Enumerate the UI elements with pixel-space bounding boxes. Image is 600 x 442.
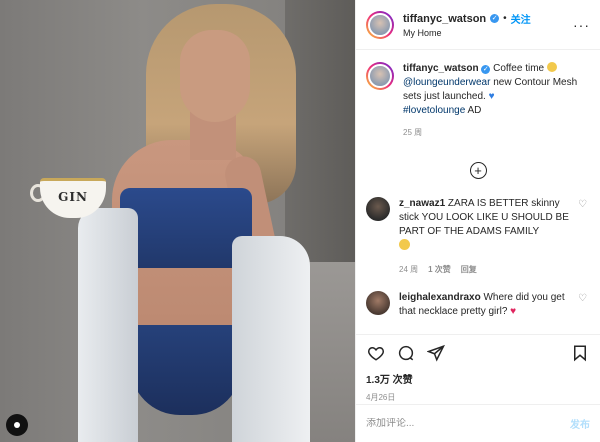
laugh-emoji-icon [399,239,410,250]
comment-time[interactable]: 24 周 [399,263,418,277]
comment: z_nawaz1 ZARA IS BETTER skinny stick YOU… [366,197,590,277]
comment-body: leighalexandraxo Where did you get that … [399,291,572,319]
caption: tiffanyc_watson ✓ Coffee time @loungeund… [366,62,590,140]
caption-username[interactable]: tiffanyc_watson [403,63,479,74]
photo-face [180,30,250,122]
caption-text: Coffee time [493,63,545,74]
bookmark-icon[interactable] [570,343,590,363]
avatar[interactable] [366,10,394,39]
blue-heart-icon: ♥ [488,91,495,102]
comment-likes[interactable]: 1 次赞 [428,263,451,277]
action-bar [366,343,590,363]
photo-shirt-right [232,236,310,442]
likes-count[interactable]: 1.3万 次赞 [366,371,590,386]
post-photo[interactable]: GIN [0,0,355,442]
comment-body: z_nawaz1 ZARA IS BETTER skinny stick YOU… [399,197,572,277]
comment-like-heart-icon[interactable]: ♡ [578,293,590,304]
caption-text-3: AD [467,105,482,116]
comment-meta: 24 周 1 次赞 回复 [399,263,572,277]
photo-shirt-left [78,208,138,442]
verified-badge-icon: ✓ [490,14,500,23]
post-header: tiffanyc_watson ✓ • 关注 My Home ··· [356,0,600,50]
comments-list: tiffanyc_watson ✓ Coffee time @loungeund… [356,50,600,334]
load-more-comments[interactable]: + [366,162,590,179]
comment-icon[interactable] [396,343,416,363]
separator-dot: • [503,13,507,24]
heart-icon[interactable] [366,343,386,363]
location-link[interactable]: My Home [403,28,567,38]
header-text: tiffanyc_watson ✓ • 关注 My Home [403,11,567,39]
comment-username[interactable]: z_nawaz1 [399,198,445,209]
caption-avatar[interactable] [366,62,394,90]
more-horizontal-icon[interactable]: ··· [573,17,590,33]
mention-link[interactable]: @loungeunderwear [403,77,490,88]
comment-avatar[interactable] [366,197,390,221]
header-username[interactable]: tiffanyc_watson [403,13,486,25]
share-icon[interactable] [426,343,446,363]
post-side-panel: tiffanyc_watson ✓ • 关注 My Home ··· tiffa… [355,0,600,442]
plus-circle-icon[interactable]: + [469,162,487,179]
red-heart-icon: ♥ [510,306,517,317]
comment-like-heart-icon[interactable]: ♡ [578,199,590,210]
post-date[interactable]: 4月26日 [366,392,590,403]
verified-badge-icon: ✓ [481,65,491,74]
comment-avatar[interactable] [366,291,390,315]
user-tag-icon[interactable] [6,414,28,436]
comment-username[interactable]: leighalexandraxo [399,292,481,303]
hashtag-link[interactable]: #lovetolounge [403,105,465,116]
comment: leighalexandraxo Where did you get that … [366,291,590,319]
caption-body: tiffanyc_watson ✓ Coffee time @loungeund… [403,62,590,140]
instagram-post: GIN tiffanyc_watson ✓ • 关注 My Home ··· t… [0,0,600,442]
comment-input[interactable] [366,418,570,429]
actions-area: 1.3万 次赞 4月26日 [356,334,600,404]
add-comment-bar: 发布 [356,404,600,442]
follow-button[interactable]: 关注 [511,11,531,26]
reply-button[interactable]: 回复 [461,263,477,277]
smile-emoji-icon [546,62,557,72]
cup-text: GIN [58,190,88,204]
post-button[interactable]: 发布 [570,416,590,431]
photo-bottom [130,325,242,415]
caption-time[interactable]: 25 周 [403,126,590,140]
